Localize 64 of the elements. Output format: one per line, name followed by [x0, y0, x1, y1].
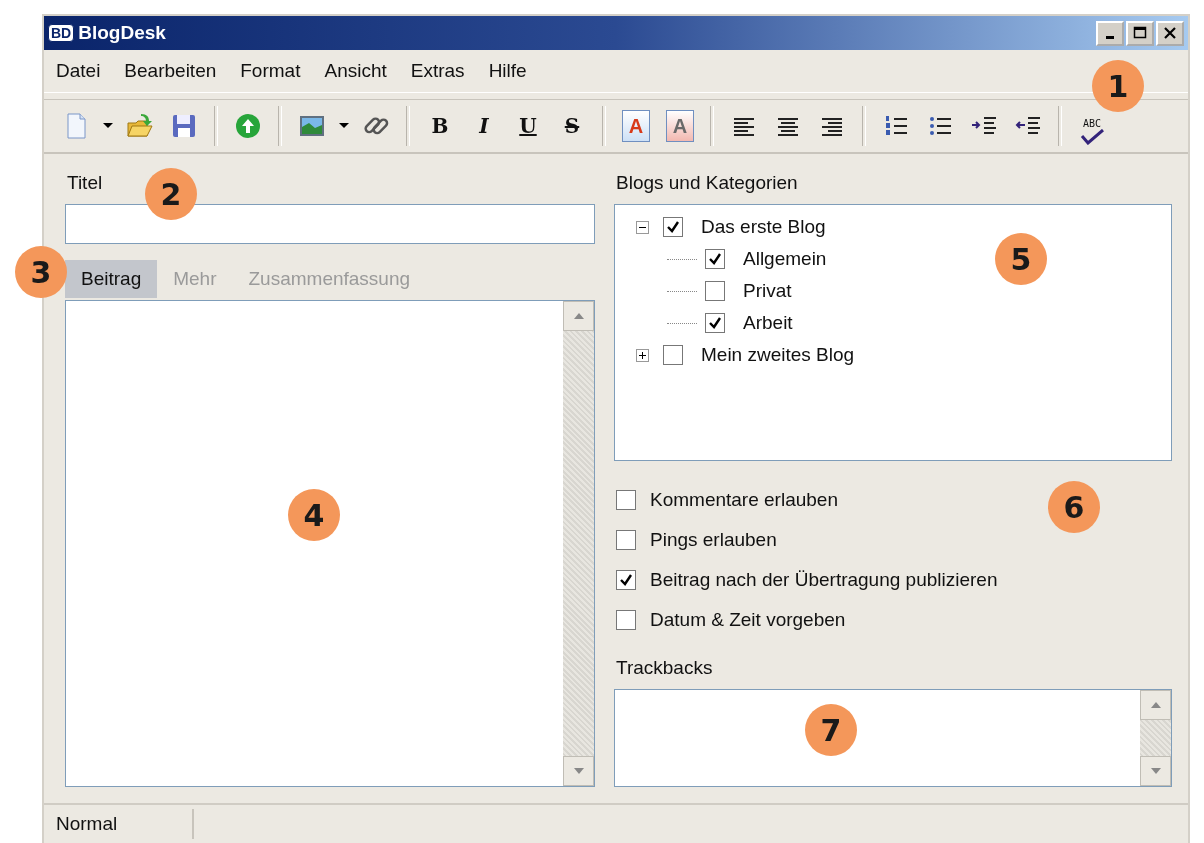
collapse-icon[interactable]: [636, 220, 649, 234]
scroll-up-icon[interactable]: [572, 312, 585, 320]
checkbox[interactable]: [705, 313, 725, 333]
strike-button[interactable]: S: [554, 106, 590, 146]
checkbox[interactable]: [616, 570, 636, 590]
highlight-button[interactable]: A: [666, 110, 694, 142]
callout-badge: 4: [288, 489, 340, 541]
tab[interactable]: Beitrag: [65, 260, 158, 298]
checkbox[interactable]: [705, 249, 725, 269]
bold-button[interactable]: B: [422, 106, 458, 146]
scrollbar[interactable]: [1140, 690, 1171, 786]
checkbox[interactable]: [663, 217, 683, 237]
callout-badge: 1: [1092, 60, 1144, 112]
minimize-button[interactable]: [1096, 20, 1124, 46]
tree-item[interactable]: Das erste Blog: [701, 216, 826, 238]
checkbox-label[interactable]: Datum & Zeit vorgeben: [650, 609, 846, 631]
title-input-field[interactable]: [65, 204, 595, 244]
editor-area[interactable]: 4: [65, 300, 595, 787]
close-button[interactable]: [1156, 20, 1184, 46]
menu-item[interactable]: Format: [240, 60, 301, 82]
maximize-icon: [1133, 26, 1147, 40]
tree-item[interactable]: Arbeit: [743, 312, 793, 334]
blogs-label: Blogs und Kategorien: [616, 172, 799, 194]
close-icon: [1163, 26, 1177, 40]
maximize-button[interactable]: [1126, 20, 1154, 46]
menu-item[interactable]: Bearbeiten: [124, 60, 217, 82]
menu-item[interactable]: Ansicht: [324, 60, 387, 82]
callout-badge: 7: [805, 704, 857, 756]
menu-item[interactable]: Hilfe: [488, 60, 527, 82]
scrollbar[interactable]: [563, 301, 594, 786]
italic-button[interactable]: I: [466, 106, 502, 146]
checkmark-icon: [1079, 129, 1105, 145]
spellcheck-button[interactable]: ABC: [1074, 117, 1110, 147]
caret-icon: [339, 123, 349, 129]
status-text: Normal: [44, 809, 194, 839]
window-title: BlogDesk: [78, 22, 167, 44]
trackbacks-label: Trackbacks: [616, 657, 714, 679]
checkbox[interactable]: [616, 610, 636, 630]
tree-item[interactable]: Mein zweites Blog: [701, 344, 855, 366]
checkbox-label[interactable]: Pings erlauben: [650, 529, 777, 551]
callout-badge: 6: [1048, 481, 1100, 533]
scroll-up-icon[interactable]: [1149, 701, 1162, 709]
underline-button[interactable]: U: [510, 106, 546, 146]
checkbox[interactable]: [616, 490, 636, 510]
scroll-down-icon[interactable]: [572, 767, 585, 775]
callout-badge: 2: [145, 168, 197, 220]
scroll-down-icon[interactable]: [1149, 767, 1162, 775]
expand-icon[interactable]: [636, 348, 649, 362]
checkbox-label[interactable]: Kommentare erlauben: [650, 489, 838, 511]
checkbox[interactable]: [663, 345, 683, 365]
callout-badge: 3: [15, 246, 67, 298]
minimize-icon: [1106, 35, 1114, 39]
tree-item[interactable]: Privat: [743, 280, 792, 302]
caret-icon: [103, 123, 113, 129]
checkbox[interactable]: [616, 530, 636, 550]
callout-badge: 5: [995, 233, 1047, 285]
trackbacks-field[interactable]: 7: [614, 689, 1172, 787]
app-logo: BD: [48, 24, 75, 42]
checkbox[interactable]: [705, 281, 725, 301]
tree-item[interactable]: Allgemein: [743, 248, 827, 270]
menu-item[interactable]: Datei: [56, 60, 101, 82]
text-color-button[interactable]: A: [622, 110, 650, 142]
checkbox-label[interactable]: Beitrag nach der Übertragung publizieren: [650, 569, 998, 591]
menu-item[interactable]: Extras: [410, 60, 465, 82]
